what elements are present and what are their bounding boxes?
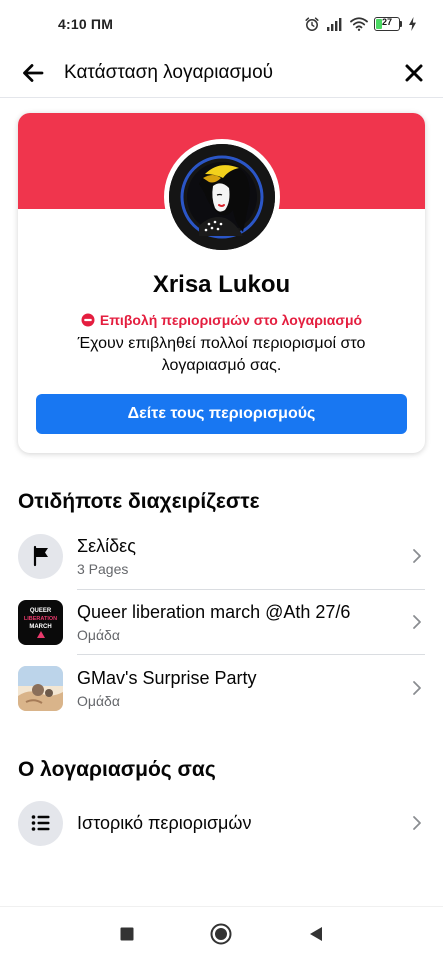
battery-icon: 27 <box>374 17 402 31</box>
signal-icon <box>327 18 342 31</box>
battery-level: 27 <box>381 17 392 27</box>
charging-icon <box>409 17 416 31</box>
chevron-right-icon <box>409 815 425 831</box>
status-icons: 27 <box>304 16 417 32</box>
system-nav-bar <box>0 906 443 960</box>
wifi-icon <box>350 17 368 31</box>
arrow-left-icon <box>23 63 44 82</box>
section-heading-managed: Οτιδήποτε διαχειρίζεστε <box>18 490 260 513</box>
group-thumbnail: QUEER LIBERATION MARCH <box>18 599 63 645</box>
restricted-icon <box>81 313 95 327</box>
chevron-right-icon <box>409 614 425 630</box>
triangle-back-icon <box>309 926 322 941</box>
home-button[interactable] <box>206 919 236 949</box>
thumb-text: MARCH <box>29 623 52 630</box>
list-item-subtitle: 3 Pages <box>77 560 129 577</box>
recents-button[interactable] <box>112 919 142 949</box>
section-heading-account: Ο λογαριασμός σας <box>18 758 216 781</box>
group-thumbnail <box>18 665 63 711</box>
alarm-icon <box>305 17 319 31</box>
restriction-label: Επιβολή περιορισμών στο λογαριασμό <box>99 312 363 328</box>
list-item-title: GMav's Surprise Party <box>77 667 257 688</box>
list-item-subtitle: Ομάδα <box>77 692 120 709</box>
avatar-illustration <box>169 144 275 250</box>
thumb-text: LIBERATION <box>23 615 58 622</box>
flag-icon <box>18 533 63 579</box>
restriction-description: Έχουν επιβληθεί πολλοί περιορισμοί στο λ… <box>77 335 366 374</box>
list-icon <box>18 800 63 846</box>
app-header: Κατάσταση λογαριασμού <box>0 48 443 98</box>
list-item-queer-liberation[interactable]: QUEER LIBERATION MARCH Queer liberation … <box>0 590 443 654</box>
close-button[interactable] <box>399 58 429 88</box>
restriction-status: Επιβολή περιορισμών στο λογαριασμό <box>18 312 425 328</box>
chevron-right-icon <box>409 680 425 696</box>
avatar[interactable] <box>164 139 280 255</box>
chevron-right-icon <box>409 548 425 564</box>
list-item-restriction-history[interactable]: Ιστορικό περιορισμών <box>0 791 443 855</box>
list-item-pages[interactable]: Σελίδες 3 Pages <box>0 524 443 588</box>
square-icon <box>120 927 134 940</box>
list-item-subtitle: Ομάδα <box>77 626 120 643</box>
status-bar: 4:10 ΠΜ 27 <box>0 0 443 48</box>
list-item-gmav-party[interactable]: GMav's Surprise Party Ομάδα <box>0 656 443 720</box>
triangle-icon <box>36 630 45 638</box>
list-item-title: Ιστορικό περιορισμών <box>77 812 252 833</box>
view-restrictions-button[interactable]: Δείτε τους περιορισμούς <box>36 394 407 434</box>
circle-icon <box>210 923 232 944</box>
profile-card: Xrisa Lukou Επιβολή περιορισμών στο λογα… <box>18 113 425 453</box>
page-title: Κατάσταση λογαριασμού <box>64 61 274 83</box>
list-item-title: Σελίδες <box>77 535 136 556</box>
close-icon <box>405 64 423 81</box>
profile-name: Xrisa Lukou <box>152 271 291 298</box>
back-button[interactable] <box>20 60 46 86</box>
thumb-text: QUEER <box>29 607 52 614</box>
list-item-title: Queer liberation march @Ath 27/6 <box>77 601 351 622</box>
status-time: 4:10 ΠΜ <box>58 16 114 32</box>
divider <box>77 654 425 655</box>
back-nav-button[interactable] <box>301 919 331 949</box>
